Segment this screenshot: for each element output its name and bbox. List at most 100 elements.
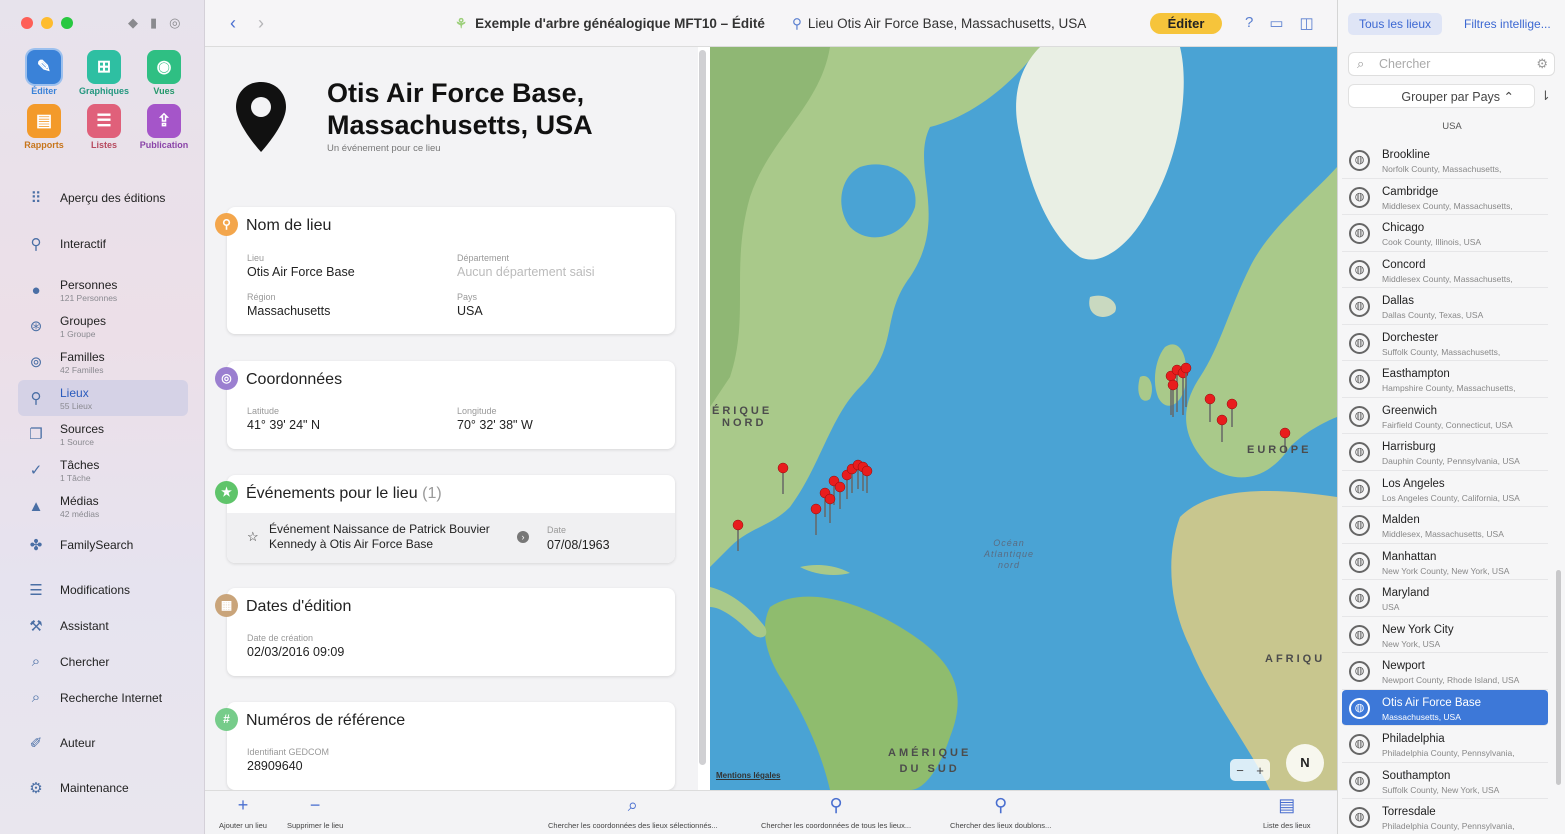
minimize-window-button[interactable] [41,17,53,29]
edit-button[interactable]: Éditer [1150,13,1222,34]
calendar-badge-icon: ▦ [215,594,238,617]
region-field[interactable]: Massachusetts [247,304,330,318]
window-icon[interactable]: ▭ [1269,14,1283,32]
list-item[interactable]: ◍ Newport Newport County, Rhode Island, US… [1342,653,1548,690]
place-name: Harrisburg [1382,441,1436,453]
legal-notices-link[interactable]: Mentions légales [716,771,780,780]
forward-arrow-icon[interactable]: › [258,13,264,34]
location-pins [732,362,1291,551]
sidebar-item-places[interactable]: ⚲ Lieux 55 Lieux [18,380,188,416]
card-title: Numéros de référence [246,712,406,729]
tool-lists[interactable]: ☰ Listes [74,104,134,150]
sidebar-item-tasks[interactable]: ✓ Tâches 1 Tâche [18,452,188,488]
place-field[interactable]: Otis Air Force Base [247,265,355,279]
tool-views[interactable]: ◉ Vues [134,50,194,96]
tab-smart-filters[interactable]: Filtres intellige... [1464,17,1551,31]
sidebar-item-overview[interactable]: ⠿ Aperçu des éditions [18,183,188,212]
list-item[interactable]: ◍ Greenwich Fairfield County, Connecticut,… [1342,398,1548,434]
gedcom-id[interactable]: 28909640 [247,759,303,773]
place-globe-icon: ◍ [1349,259,1370,281]
country-field[interactable]: USA [457,304,483,318]
sidebar-item-maintenance[interactable]: ⚙ Maintenance [18,773,188,802]
window-controls [21,17,73,29]
list-item[interactable]: ◍ Malden Middlesex, Massachusetts, USA [1342,507,1548,544]
sidebar-item-search[interactable]: ⌕ Chercher [18,647,188,676]
list-item[interactable]: ◍ Easthampton Hampshire County, Massachuse… [1342,361,1548,398]
group-by-select[interactable]: Grouper par Pays ⌃ [1348,84,1535,108]
list-item[interactable]: ◍ Los Angeles Los Angeles County, Californ… [1342,471,1548,507]
tool-publish[interactable]: ⇪ Publication [134,104,194,150]
list-item[interactable]: ◍ Philadelphia Philadelphia County, Pennsy… [1342,726,1548,763]
sort-icon[interactable]: ⇂ [1540,88,1551,104]
search-input[interactable]: ⌕ Chercher ⚙ [1348,52,1555,76]
tool-edit[interactable]: ✎ Éditer [14,50,74,96]
sidebar-item-interactive[interactable]: ⚲ Interactif [18,229,188,258]
find-duplicates-button[interactable]: ⚲ Chercher des lieux doublons... [950,795,1051,830]
place-detail: Dauphin County, Pennsylvania, USA [1382,456,1520,466]
compass-button[interactable]: N [1286,744,1324,782]
zoom-out-button[interactable]: − [1236,763,1244,778]
help-icon[interactable]: ? [1245,14,1253,32]
zoom-in-button[interactable]: + [1256,763,1264,778]
coordinates-card: ◎ Coordonnées Latitude 41° 39' 24" N Lon… [215,361,675,449]
delete-place-button[interactable]: − Supprimer le lieu [287,795,343,830]
event-row[interactable]: ☆ Événement Naissance de Patrick Bouvier… [227,513,675,563]
sidebar-item-groups[interactable]: ⊛ Groupes 1 Groupe [18,308,188,344]
split-view-icon[interactable]: ◫ [1300,14,1314,32]
list-item[interactable]: ◍ Southampton Suffolk County, New York, US… [1342,763,1548,799]
gear-icon[interactable]: ⚙ [1536,56,1548,72]
sidebar-item-sources[interactable]: ❐ Sources 1 Source [18,416,188,452]
add-place-button[interactable]: + Ajouter un lieu [219,795,267,830]
department-field[interactable]: Aucun département saisi [457,265,595,279]
latitude-field[interactable]: 41° 39' 24" N [247,418,320,432]
duplicate-pin-icon: ⚲ [994,795,1008,815]
longitude-field[interactable]: 70° 32' 38" W [457,418,533,432]
list-item[interactable]: ◍ Harrisburg Dauphin County, Pennsylvania,… [1342,434,1548,471]
list-item[interactable]: ◍ Concord Middlesex County, Massachusetts, [1342,252,1548,288]
back-arrow-icon[interactable]: ‹ [230,13,236,34]
zoom-window-button[interactable] [61,17,73,29]
sidebar-item-label: Sources [60,421,105,436]
sidebar-nav: ⠿ Aperçu des éditions ⚲ Interactif ● Per… [18,183,188,802]
chevron-right-icon[interactable]: › [517,531,529,543]
tag-icon[interactable]: ◆ [128,15,138,31]
place-detail: Los Angeles County, California, USA [1382,492,1520,503]
tab-all-places[interactable]: Tous les lieux [1348,13,1442,35]
list-scrollbar[interactable] [1556,570,1561,785]
list-item[interactable]: ◍ Chicago Cook County, Illinois, USA [1342,215,1548,252]
find-selected-coords-button[interactable]: ⌕ Chercher les coordonnées des lieux sél… [548,795,718,830]
list-item-selected[interactable]: ◍ Otis Air Force Base Massachusetts, USA [1342,689,1548,726]
sidebar-item-label: Maintenance [60,780,129,795]
list-item[interactable]: ◍ Dallas Dallas County, Texas, USA [1342,288,1548,325]
tool-label: Vues [153,86,175,96]
list-item[interactable]: ◍ Torresdale Philadelphia County, Pennsylv… [1342,799,1548,834]
sidebar-item-media[interactable]: ▲ Médias 42 médias [18,488,188,524]
list-item[interactable]: ◍ Maryland USA [1342,580,1548,617]
list-item[interactable]: ◍ Brookline Norfolk County, Massachusetts, [1342,142,1548,179]
find-all-coords-button[interactable]: ⚲ Chercher les coordonnées de tous les l… [761,795,911,830]
field-label: Département [457,253,510,263]
map-view[interactable]: ÉRIQUE NORD EUROPE AFRIQU AMÉRIQUE DU SUD … [710,47,1337,790]
detail-scrollbar[interactable] [699,50,706,765]
sidebar-item-assistant[interactable]: ⚒ Assistant [18,611,188,640]
tool-reports[interactable]: ▤ Rapports [14,104,74,150]
list-item[interactable]: ◍ New York City New York, USA [1342,617,1548,653]
list-item[interactable]: ◍ Cambridge Middlesex County, Massachusett… [1342,179,1548,215]
place-subtitle: Un événement pour ce lieu [327,143,441,154]
place-globe-icon: ◍ [1349,624,1370,646]
tool-charts[interactable]: ⊞ Graphiques [74,50,134,96]
list-item[interactable]: ◍ Dorchester Suffolk County, Massachusetts… [1342,325,1548,361]
bookmark-icon[interactable]: ▮ [150,15,157,31]
place-list-button[interactable]: ▤ Liste des lieux [1263,795,1311,830]
sidebar-item-web-search[interactable]: ⌕ Recherche Internet [18,683,188,712]
sidebar-item-modifications[interactable]: ☰ Modifications [18,575,188,604]
place-name: Greenwich [1382,404,1437,417]
sidebar-item-families[interactable]: ⊚ Familles 42 Familles [18,344,188,380]
sidebar-item-familysearch[interactable]: ✤ FamilySearch [18,530,188,559]
globe-icon[interactable]: ◎ [169,15,180,31]
sidebar-item-persons[interactable]: ● Personnes 121 Personnes [18,272,188,308]
list-item[interactable]: ◍ Manhattan New York County, New York, USA [1342,544,1548,580]
close-window-button[interactable] [21,17,33,29]
sidebar-item-author[interactable]: ✐ Auteur [18,728,188,757]
map-pin-icon [834,481,846,509]
